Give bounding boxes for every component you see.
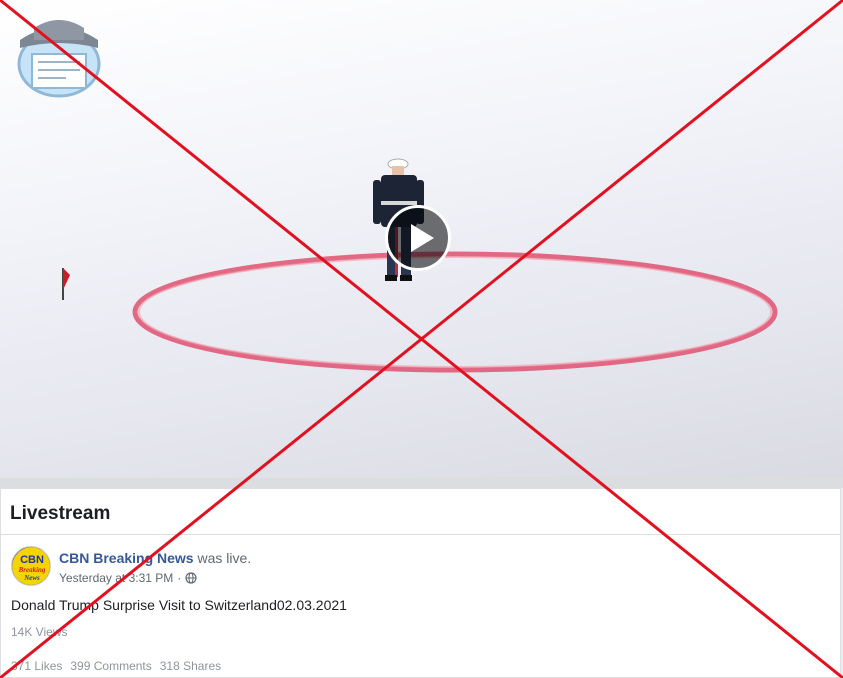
play-button[interactable] xyxy=(385,205,451,271)
globe-icon xyxy=(185,572,197,584)
post-text: Donald Trump Surprise Visit to Switzerla… xyxy=(11,597,347,613)
avatar-text-top: CBN xyxy=(20,554,44,566)
author-line: CBN Breaking News was live. xyxy=(59,550,251,566)
flag-marker xyxy=(62,268,70,300)
author-name-link[interactable]: CBN Breaking News xyxy=(59,550,194,566)
panel-title: Livestream xyxy=(10,503,111,524)
post-meta: Yesterday at 3:31 PM · xyxy=(59,571,197,585)
comments-count[interactable]: 399 Comments xyxy=(70,659,151,673)
video-player[interactable] xyxy=(0,0,843,478)
detective-newspaper-logo xyxy=(6,10,112,98)
avatar-text-bottom: News xyxy=(23,574,40,582)
play-icon xyxy=(411,224,434,252)
red-circle-on-snow xyxy=(132,251,778,373)
post-timestamp[interactable]: Yesterday at 3:31 PM xyxy=(59,571,173,585)
author-action: was live. xyxy=(197,550,252,566)
avatar[interactable]: CBN Breaking News xyxy=(11,546,51,586)
meta-separator: · xyxy=(177,571,182,585)
livestream-panel: Livestream CBN Breaking News CBN Breakin… xyxy=(0,488,841,678)
likes-count[interactable]: 371 Likes xyxy=(11,659,62,673)
engagement-stats: 371 Likes 399 Comments 318 Shares xyxy=(11,659,221,673)
view-count: 14K Views xyxy=(11,625,68,639)
divider xyxy=(1,534,840,535)
video-progress-bar[interactable] xyxy=(0,478,843,488)
shares-count[interactable]: 318 Shares xyxy=(160,659,221,673)
avatar-text-mid: Breaking xyxy=(18,566,46,574)
